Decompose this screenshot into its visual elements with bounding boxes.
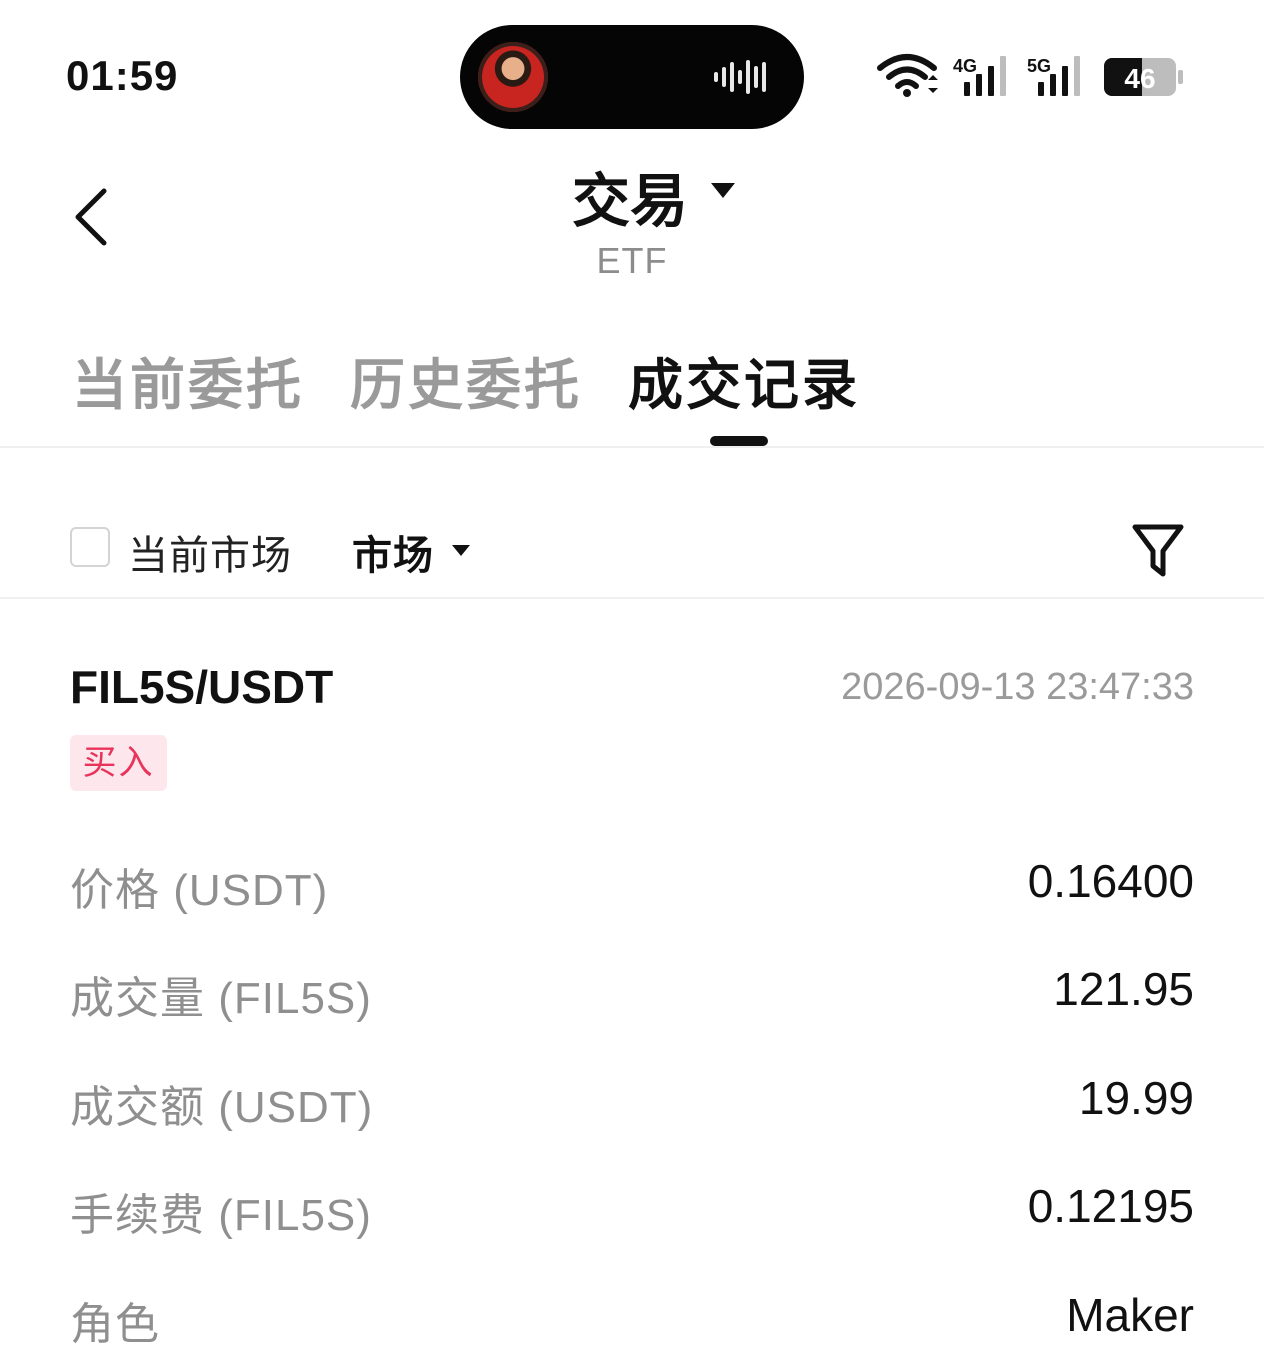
role-value: Maker [1066, 1289, 1194, 1341]
current-market-label[interactable]: 当前市场 [128, 523, 292, 581]
network-5g-label: 5G [1027, 56, 1051, 76]
volume-value: 121.95 [1053, 963, 1194, 1015]
status-icons: 4G 5G 46 [877, 54, 1183, 97]
status-time: 01:59 [66, 52, 179, 99]
tab-trade-history[interactable]: 成交记录 [628, 340, 860, 420]
trade-datetime: 2026-09-13 23:47:33 [841, 666, 1194, 708]
current-market-checkbox[interactable] [70, 527, 110, 567]
fee-value: 0.12195 [1027, 1180, 1194, 1232]
caret-down-icon[interactable] [708, 180, 738, 200]
battery-level: 46 [1124, 63, 1155, 94]
page-subtitle: ETF [596, 240, 668, 281]
market-dropdown[interactable]: 市场 [352, 523, 434, 581]
trading-pair: FIL5S/USDT [70, 661, 334, 713]
tab-current-orders[interactable]: 当前委托 [72, 340, 304, 420]
active-tab-indicator [710, 436, 768, 446]
audio-wave-icon [714, 60, 766, 94]
filter-icon[interactable] [1130, 522, 1186, 580]
filter-divider [0, 597, 1264, 599]
role-label: 角色 [70, 1300, 160, 1349]
amount-value: 19.99 [1078, 1072, 1194, 1124]
wifi-icon [877, 54, 938, 97]
page-title[interactable]: 交易 [572, 154, 688, 238]
tab-order-history[interactable]: 历史委托 [350, 340, 582, 420]
amount-label: 成交额 (USDT) [70, 1083, 374, 1132]
price-label: 价格 (USDT) [70, 866, 329, 915]
network-4g-label: 4G [953, 56, 977, 76]
fee-label: 手续费 (FIL5S) [70, 1191, 372, 1240]
side-badge: 买入 [70, 735, 167, 791]
battery-icon: 46 [1104, 58, 1183, 96]
volume-label: 成交量 (FIL5S) [70, 974, 372, 1023]
tab-divider [0, 446, 1264, 448]
avatar [478, 42, 548, 112]
chevron-down-icon[interactable] [450, 543, 472, 557]
price-value: 0.16400 [1027, 855, 1194, 907]
